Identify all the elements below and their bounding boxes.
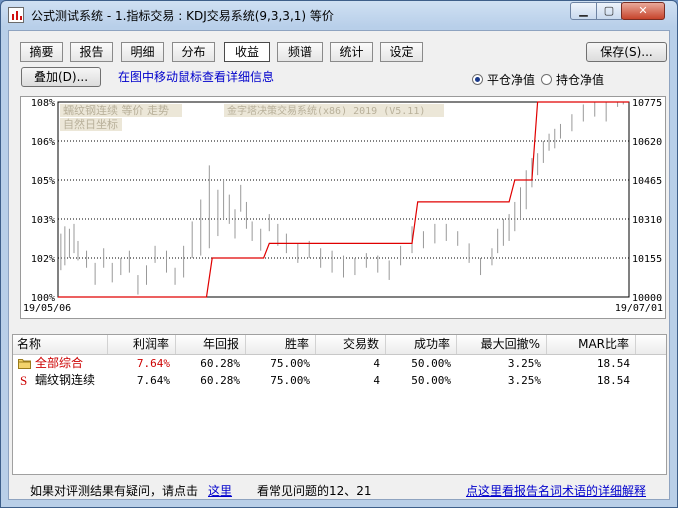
footer-bar: 如果对评测结果有疑问，请点击 这里 看常见问题的12、21 点这里看报告名词术语…: [9, 477, 669, 499]
cell-max-drawdown: 3.25%: [507, 357, 541, 370]
col-max-drawdown[interactable]: 最大回撤%: [457, 335, 547, 354]
tab-summary[interactable]: 摘要: [20, 42, 63, 62]
right-tick-label: 10465: [632, 176, 662, 187]
cell-win-rate: 75.00%: [270, 357, 310, 370]
col-name[interactable]: 名称: [13, 335, 108, 354]
radio-hold-dot[interactable]: [541, 74, 552, 85]
equity-chart[interactable]: 108% 106% 105% 103% 102% 100% 10775 10620 10465 1…: [20, 96, 666, 319]
col-mar-ratio[interactable]: MAR比率: [547, 335, 636, 354]
glossary-link[interactable]: 点这里看报告名词术语的详细解释: [466, 482, 646, 499]
right-tick-label: 10620: [632, 137, 662, 148]
cell-trade-count: 4: [373, 357, 380, 370]
radio-hold-label: 持仓净值: [556, 73, 605, 87]
left-tick-label: 102%: [31, 254, 55, 265]
cell-success-rate: 50.00%: [411, 357, 451, 370]
tab-detail[interactable]: 明细: [121, 42, 164, 62]
client-area: 摘要 报告 明细 分布 收益 频谱 统计 设定 保存(S)... 叠加(D)..…: [8, 30, 670, 500]
tab-report[interactable]: 报告: [70, 42, 113, 62]
results-table: 名称 利润率 年回报 胜率 交易数 成功率 最大回撤% MAR比率 全部综合 7…: [12, 334, 667, 475]
col-trade-count[interactable]: 交易数: [316, 335, 386, 354]
tab-settings[interactable]: 设定: [380, 42, 423, 62]
cell-profit-rate: 7.64%: [136, 374, 170, 387]
title-bar[interactable]: 公式测试系统 - 1.指标交易 : KDJ交易系统(9,3,3,1) 等价 ▁ …: [1, 1, 677, 29]
row-name: 蠕纹钢连续: [35, 373, 96, 387]
minimize-button[interactable]: ▁: [570, 2, 597, 20]
left-tick-label: 105%: [31, 176, 55, 187]
overlay-scale-label: 自然日坐标: [63, 117, 118, 131]
col-profit-rate[interactable]: 利润率: [108, 335, 176, 354]
cell-max-drawdown: 3.25%: [507, 374, 541, 387]
save-button[interactable]: 保存(S)...: [586, 42, 667, 62]
x-start-label: 19/05/06: [23, 303, 71, 314]
close-button[interactable]: ✕: [621, 2, 665, 20]
cell-mar-ratio: 18.54: [596, 357, 630, 370]
tab-returns[interactable]: 收益: [224, 42, 270, 62]
footer-prefix: 如果对评测结果有疑问，请点击: [30, 484, 199, 498]
table-header: 名称 利润率 年回报 胜率 交易数 成功率 最大回撤% MAR比率: [13, 335, 666, 355]
cell-annual-return: 60.28%: [200, 357, 240, 370]
tab-statistics[interactable]: 统计: [330, 42, 373, 62]
app-window: 公式测试系统 - 1.指标交易 : KDJ交易系统(9,3,3,1) 等价 ▁ …: [0, 0, 678, 508]
radio-flat-dot[interactable]: [472, 74, 483, 85]
table-row[interactable]: 全部综合 7.64% 60.28% 75.00% 4 50.00% 3.25% …: [13, 355, 666, 372]
col-win-rate[interactable]: 胜率: [246, 335, 316, 354]
radio-flat-equity[interactable]: 平仓净值: [472, 71, 535, 88]
footer-suffix: 看常见问题的12、21: [257, 484, 372, 498]
overlay-button[interactable]: 叠加(D)...: [21, 67, 101, 87]
maximize-button[interactable]: ▢: [596, 2, 622, 20]
app-icon: [8, 7, 24, 23]
right-tick-label: 10310: [632, 215, 662, 226]
left-tick-label: 108%: [31, 98, 55, 109]
overlay-series-label: 蠕纹钢连续 等价 走势: [63, 103, 169, 117]
cell-win-rate: 75.00%: [270, 374, 310, 387]
right-tick-label: 10155: [632, 254, 662, 265]
tab-distribution[interactable]: 分布: [172, 42, 215, 62]
cell-profit-rate: 7.64%: [136, 357, 170, 370]
left-tick-label: 103%: [31, 215, 55, 226]
radio-hold-equity[interactable]: 持仓净值: [541, 71, 604, 88]
cell-success-rate: 50.00%: [411, 374, 451, 387]
cell-annual-return: 60.28%: [200, 374, 240, 387]
cell-trade-count: 4: [373, 374, 380, 387]
col-success-rate[interactable]: 成功率: [386, 335, 457, 354]
faq-link[interactable]: 这里: [208, 482, 232, 499]
row-name: 全部综合: [35, 356, 84, 370]
window-title: 公式测试系统 - 1.指标交易 : KDJ交易系统(9,3,3,1) 等价: [31, 9, 334, 23]
equity-chart-svg: 108%106%105%103%102%100%1077510620104651…: [23, 98, 663, 314]
x-end-label: 19/07/01: [615, 303, 663, 314]
left-tick-label: 106%: [31, 137, 55, 148]
cell-mar-ratio: 18.54: [596, 374, 630, 387]
tab-spectrum[interactable]: 频谱: [277, 42, 323, 62]
right-tick-label: 10775: [632, 98, 662, 109]
radio-flat-label: 平仓净值: [487, 73, 536, 87]
table-row[interactable]: S 蠕纹钢连续 7.64% 60.28% 75.00% 4 50.00% 3.2…: [13, 372, 666, 389]
col-annual-return[interactable]: 年回报: [176, 335, 246, 354]
chart-hint: 在图中移动鼠标查看详细信息: [118, 70, 275, 84]
system-caption: 金字塔决策交易系统(x86) 2019 (V5.11): [227, 104, 425, 117]
